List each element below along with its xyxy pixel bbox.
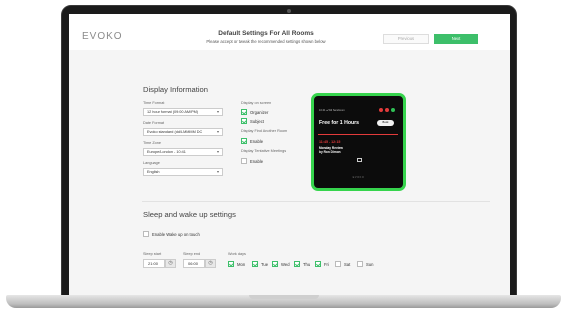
check-icon [241,118,247,124]
time-format-value: 12 hour format (09:00 AM/PM) [147,110,199,114]
time-format-label: Time Format [143,101,165,105]
sleep-start-label: Sleep start [143,252,162,256]
language-label: Language [143,161,160,165]
check-icon [241,138,247,144]
date-format-label: Date Format [143,121,165,125]
camera-icon [287,9,291,13]
preview-indicators [379,108,395,112]
checkbox-unchecked [143,231,149,237]
preview-meeting-time: 11:45 - 12:15 [319,140,341,144]
work-day-label: Fri [324,261,329,267]
next-button[interactable]: Next [434,34,478,44]
display-information-title: Display Information [143,85,208,94]
wake-on-touch-label: Enable Wake up on touch [152,231,200,237]
subject-checkbox[interactable]: Subject [241,118,264,124]
clock-icon[interactable]: ◷ [165,259,176,268]
work-day-fri-checkbox[interactable]: Fri [315,261,329,267]
work-day-label: Tue [261,261,269,267]
preview-divider [318,134,398,135]
check-icon [228,261,234,267]
laptop-notch [249,295,319,299]
time-zone-value: Europe/London - 10:41 [147,150,186,154]
settings-header: EVOKO Default Settings For All Rooms Ple… [69,14,510,50]
organizer-label: Organizer [250,109,269,115]
work-day-thu-checkbox[interactable]: Thu [294,261,310,267]
work-day-label: Sun [366,261,374,267]
checkbox-unchecked [335,261,341,267]
previous-button[interactable]: Previous [383,34,429,44]
preview-status: 10:41 ● Wil Sandorum [319,109,345,112]
sleep-settings-title: Sleep and wake up settings [143,210,236,219]
chevron-down-icon: ▾ [216,169,219,174]
date-format-select[interactable]: Evoko standard (dd/LMMMM DC ▾ [143,128,223,136]
page-title: Default Settings For All Rooms [218,30,314,37]
check-icon [241,109,247,115]
evoko-logo: EVOKO [82,31,123,42]
find-room-label: Display Find Another Room [241,129,288,133]
busy-dot-icon [379,108,383,112]
settings-content: Display Information Time Format 12 hour … [69,50,510,299]
page-subtitle: Please accept or tweak the recommended s… [206,39,326,44]
sleep-end-label: Sleep end [183,252,201,256]
sleep-start-input[interactable]: 21:00 [143,259,165,268]
language-select[interactable]: English ▾ [143,168,223,176]
date-format-value: Evoko standard (dd/LMMMM DC [147,130,203,134]
find-room-enable-checkbox[interactable]: Enable [241,138,263,144]
chevron-down-icon: ▾ [216,109,219,114]
time-zone-label: Time Zone [143,141,162,145]
work-days-label: Work days [228,252,246,256]
work-day-label: Mon [237,261,246,267]
device-preview: 10:41 ● Wil Sandorum Free for 1 Hours Bo… [311,93,406,191]
time-zone-select[interactable]: Europe/London - 10:41 ▾ [143,148,223,156]
language-value: English [147,170,160,174]
section-divider [142,201,490,202]
tentative-enable-label: Enable [250,158,264,164]
subject-label: Subject [250,118,264,124]
work-day-label: Sat [344,261,351,267]
work-day-tue-checkbox[interactable]: Tue [252,261,268,267]
wake-on-touch-checkbox[interactable]: Enable Wake up on touch [143,231,200,237]
check-icon [294,261,300,267]
checkbox-unchecked [357,261,363,267]
organizer-checkbox[interactable]: Organizer [241,109,268,115]
work-day-sat-checkbox[interactable]: Sat [335,261,350,267]
laptop-lid: EVOKO Default Settings For All Rooms Ple… [61,5,517,305]
check-icon [252,261,258,267]
busy-dot-icon [385,108,389,112]
time-format-select[interactable]: 12 hour format (09:00 AM/PM) ▾ [143,108,223,116]
laptop-base [6,295,561,308]
chevron-down-icon: ▾ [216,149,219,154]
check-icon [272,261,278,267]
check-icon [315,261,321,267]
work-day-sun-checkbox[interactable]: Sun [357,261,373,267]
app-screen: EVOKO Default Settings For All Rooms Ple… [69,14,510,299]
find-room-enable-label: Enable [250,138,264,144]
preview-book-button: Book [377,120,394,126]
sleep-end-input[interactable]: 06:00 [183,259,205,268]
display-on-screen-label: Display on screen [241,101,272,105]
tentative-label: Display Tentative Meetings [241,149,287,153]
work-day-wed-checkbox[interactable]: Wed [272,261,290,267]
calendar-icon [357,158,362,162]
preview-free-text: Free for 1 Hours [319,120,360,126]
clock-icon[interactable]: ◷ [205,259,216,268]
free-dot-icon [391,108,395,112]
checkbox-unchecked [241,158,247,164]
chevron-down-icon: ▾ [216,129,219,134]
work-day-mon-checkbox[interactable]: Mon [228,261,245,267]
preview-brand: EVOKO [352,176,365,179]
work-day-label: Wed [281,261,290,267]
preview-meeting-organizer: by Ron Dimon [319,150,341,155]
preview-meeting-info: Monday Review by Ron Dimon [319,146,343,154]
work-day-label: Thu [303,261,311,267]
tentative-enable-checkbox[interactable]: Enable [241,158,263,164]
